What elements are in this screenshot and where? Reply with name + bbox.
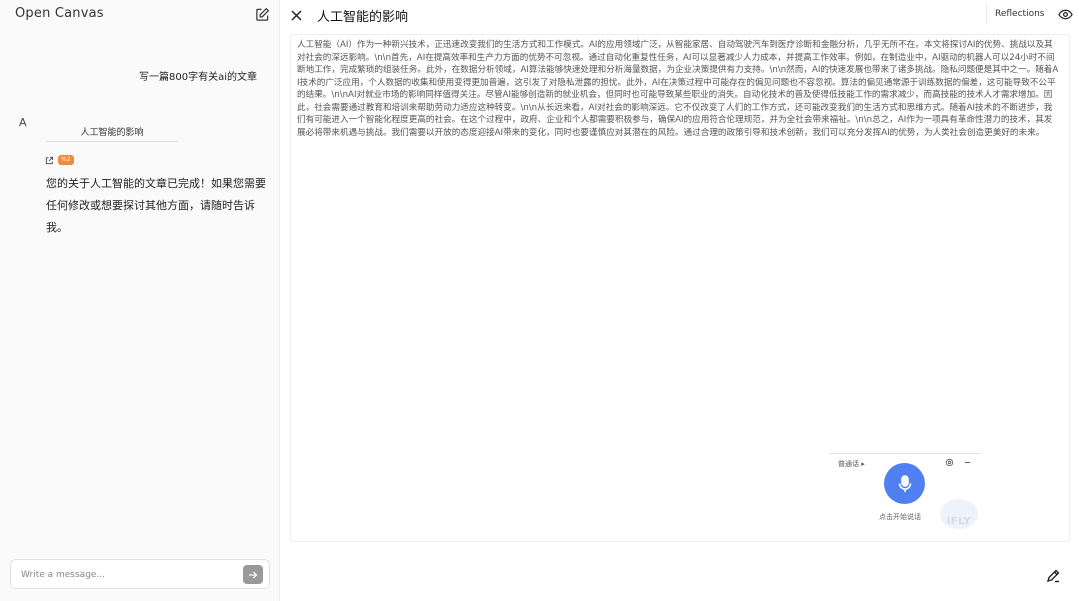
document-body[interactable]: 人工智能（AI）作为一种新兴技术，正迅速改变我们的生活方式和工作模式。AI的应用… bbox=[297, 39, 1059, 139]
tool-badge[interactable]: %2 bbox=[58, 155, 74, 165]
pen-sparkle-icon bbox=[1046, 569, 1060, 583]
canvas-panel: 人工智能的影响 Reflections 人工智能（AI）作为一种新兴技术，正迅速… bbox=[281, 0, 1079, 601]
eye-icon bbox=[1057, 9, 1073, 19]
language-select[interactable]: 普通话 ▸ bbox=[838, 459, 865, 469]
app-title: Open Canvas bbox=[15, 6, 104, 21]
ifly-logo: iFLY bbox=[940, 499, 978, 529]
edit-tools-button[interactable] bbox=[1042, 565, 1064, 587]
canvas-header: 人工智能的影响 Reflections bbox=[281, 0, 1079, 30]
artifact-title: 人工智能的影响 bbox=[80, 128, 144, 138]
close-icon bbox=[290, 9, 302, 21]
widget-divider bbox=[829, 453, 981, 454]
settings-icon[interactable] bbox=[945, 458, 954, 467]
document-title: 人工智能的影响 bbox=[317, 10, 409, 25]
microphone-icon bbox=[898, 474, 911, 492]
chat-panel: Open Canvas 写一篇800字有关ai的文章 A 人工智能的影响 %2 … bbox=[0, 0, 280, 601]
send-icon bbox=[249, 571, 258, 578]
external-link-icon[interactable] bbox=[45, 156, 54, 165]
voice-hint: 点击开始说话 bbox=[879, 513, 921, 521]
microphone-button[interactable] bbox=[884, 463, 925, 504]
document-editor[interactable]: 人工智能（AI）作为一种新兴技术，正迅速改变我们的生活方式和工作模式。AI的应用… bbox=[290, 34, 1070, 542]
message-input[interactable] bbox=[21, 566, 241, 584]
assistant-avatar: A bbox=[19, 116, 27, 129]
voice-input-widget: 普通话 ▸ 点击开始说话 iFLY bbox=[829, 451, 981, 531]
user-message: 写一篇800字有关ai的文章 bbox=[139, 72, 257, 83]
chat-header: Open Canvas bbox=[0, 0, 280, 30]
edit-square-icon bbox=[255, 7, 269, 21]
minimize-icon[interactable] bbox=[963, 458, 972, 467]
reflections-button[interactable]: Reflections bbox=[986, 4, 1052, 24]
new-chat-button[interactable] bbox=[252, 4, 272, 24]
artifact-card[interactable]: 人工智能的影响 bbox=[46, 122, 178, 142]
language-label: 普通话 bbox=[838, 460, 859, 468]
assistant-reply: 您的关于人工智能的文章已完成！如果您需要任何修改或想要探讨其他方面，请随时告诉我… bbox=[46, 177, 266, 234]
view-toggle-button[interactable] bbox=[1056, 5, 1074, 23]
send-button[interactable] bbox=[243, 565, 263, 584]
message-composer bbox=[10, 559, 270, 589]
close-canvas-button[interactable] bbox=[287, 6, 305, 24]
message-tools: %2 bbox=[45, 155, 74, 165]
